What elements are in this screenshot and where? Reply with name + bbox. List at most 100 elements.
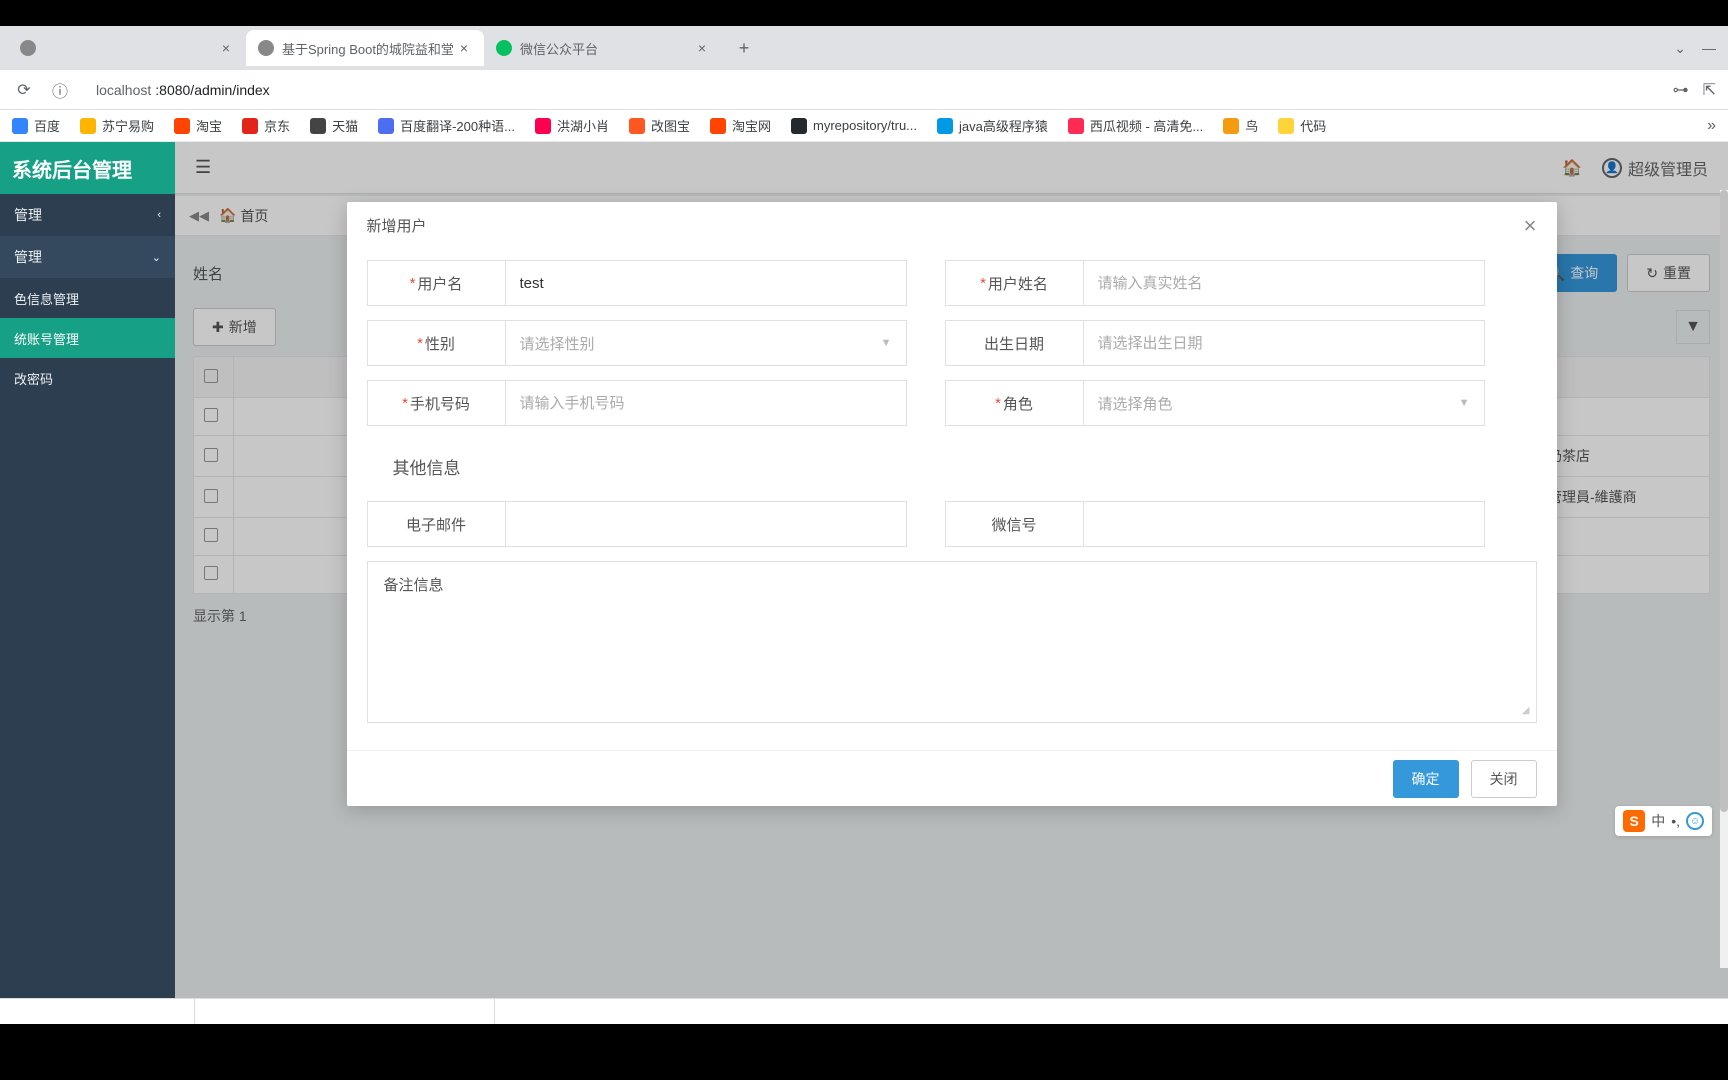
realname-label: *用户姓名: [946, 261, 1084, 305]
ime-toolbar[interactable]: S 中 •, ☺: [1615, 806, 1712, 836]
bookmark-item[interactable]: 西瓜视频 - 高清免...: [1068, 116, 1203, 135]
ime-emoji-icon[interactable]: ☺: [1686, 812, 1704, 830]
remark-textarea[interactable]: [368, 607, 1536, 717]
username-input[interactable]: [506, 261, 906, 305]
bookmarks-bar: 百度 苏宁易购 淘宝 京东 天猫 百度翻译-200种语... 洪湖小肖 改图宝 …: [0, 110, 1728, 142]
chevron-down-icon: ⌄: [152, 251, 161, 264]
bookmark-item[interactable]: 淘宝网: [710, 116, 771, 135]
browser-tab-2[interactable]: 微信公众平台 ×: [484, 30, 722, 66]
role-label: *角色: [946, 381, 1084, 425]
bookmark-item[interactable]: 淘宝: [174, 116, 222, 135]
modal-title: 新增用户: [367, 215, 427, 236]
bookmark-favicon: [80, 118, 96, 134]
sidebar-sub-label: 改密码: [14, 369, 53, 388]
site-info-icon[interactable]: ⓘ: [48, 78, 72, 102]
url-input[interactable]: localhost:8080/admin/index: [84, 76, 1661, 104]
browser-tab-strip: × 基于Spring Boot的城院益和堂 × 微信公众平台 × + ⌄ —: [0, 26, 1728, 70]
bookmark-item[interactable]: 鸟: [1223, 116, 1258, 135]
wechat-label: 微信号: [946, 502, 1084, 546]
field-wechat: 微信号: [945, 501, 1485, 547]
close-button[interactable]: 关闭: [1471, 760, 1537, 798]
share-icon[interactable]: ⇱: [1703, 80, 1716, 100]
bookmark-item[interactable]: myrepository/tru...: [791, 118, 917, 134]
role-select[interactable]: 请选择角色 ▼: [1084, 381, 1484, 425]
sidebar-sub-password[interactable]: 改密码: [0, 358, 175, 398]
chevron-left-icon: ‹: [157, 209, 161, 221]
field-phone: *手机号码: [367, 380, 907, 426]
gender-select[interactable]: 请选择性别 ▼: [506, 321, 906, 365]
status-bar: [0, 998, 1728, 1024]
browser-tab-1[interactable]: 基于Spring Boot的城院益和堂 ×: [246, 30, 484, 66]
bookmark-item[interactable]: 洪湖小肖: [535, 116, 609, 135]
bookmark-item[interactable]: java高级程序猿: [937, 116, 1048, 135]
tab-favicon: [20, 40, 36, 56]
tab-close-icon[interactable]: ×: [456, 40, 472, 56]
bookmark-item[interactable]: 改图宝: [629, 116, 690, 135]
bookmark-item[interactable]: 百度翻译-200种语...: [378, 116, 515, 135]
ime-logo-icon: S: [1623, 810, 1645, 832]
bookmark-label: 淘宝: [196, 116, 222, 135]
browser-tab-0[interactable]: ×: [8, 30, 246, 66]
bookmark-label: 京东: [264, 116, 290, 135]
email-input[interactable]: [506, 502, 906, 546]
bookmark-label: 百度翻译-200种语...: [400, 116, 515, 135]
field-birthday: 出生日期: [945, 320, 1485, 366]
realname-input[interactable]: [1084, 261, 1484, 305]
bookmark-label: 百度: [34, 116, 60, 135]
sidebar-sub-roleinfo[interactable]: 色信息管理: [0, 278, 175, 318]
gender-placeholder: 请选择性别: [520, 333, 595, 354]
status-segment: [0, 999, 195, 1024]
modal-header: 新增用户 ×: [347, 202, 1557, 250]
gender-label: *性别: [368, 321, 506, 365]
bookmark-label: 苏宁易购: [102, 116, 154, 135]
ok-button[interactable]: 确定: [1393, 760, 1459, 798]
phone-input[interactable]: [506, 381, 906, 425]
status-segment: [195, 999, 495, 1024]
ime-mode-label[interactable]: 中: [1651, 811, 1665, 831]
tab-close-icon[interactable]: ×: [694, 40, 710, 56]
birthday-label: 出生日期: [946, 321, 1084, 365]
new-tab-button[interactable]: +: [730, 34, 758, 62]
url-host: localhost: [96, 82, 151, 98]
sidebar: 系统后台管理 管理 ‹ 管理 ⌄ 色信息管理 统账号管理 改密码: [0, 142, 175, 1024]
tabs-dropdown-icon[interactable]: ⌄: [1674, 40, 1686, 57]
window-minimize-icon[interactable]: —: [1702, 40, 1716, 56]
sidebar-item-manage-2[interactable]: 管理 ⌄: [0, 236, 175, 278]
bookmark-label: 改图宝: [651, 116, 690, 135]
wechat-input[interactable]: [1084, 502, 1484, 546]
bookmark-favicon: [12, 118, 28, 134]
bookmark-favicon: [310, 118, 326, 134]
bookmark-item[interactable]: 百度: [12, 116, 60, 135]
field-username: *用户名: [367, 260, 907, 306]
password-key-icon[interactable]: ⊶: [1673, 80, 1689, 100]
bookmark-item[interactable]: 代码: [1278, 116, 1326, 135]
birthday-input[interactable]: [1084, 321, 1484, 365]
bookmark-favicon: [242, 118, 258, 134]
sidebar-item-manage-1[interactable]: 管理 ‹: [0, 194, 175, 236]
field-role: *角色 请选择角色 ▼: [945, 380, 1485, 426]
bookmark-item[interactable]: 天猫: [310, 116, 358, 135]
modal-scrollbar[interactable]: [1720, 190, 1728, 968]
ok-button-label: 确定: [1412, 769, 1440, 789]
bookmark-label: java高级程序猿: [959, 116, 1048, 135]
app-brand: 系统后台管理: [0, 142, 175, 194]
tab-close-icon[interactable]: ×: [218, 40, 234, 56]
bookmark-item[interactable]: 京东: [242, 116, 290, 135]
scrollbar-thumb[interactable]: [1720, 190, 1728, 812]
ime-punct-icon[interactable]: •,: [1671, 813, 1680, 829]
bookmark-favicon: [1068, 118, 1084, 134]
bookmark-favicon: [629, 118, 645, 134]
bookmark-item[interactable]: 苏宁易购: [80, 116, 154, 135]
bookmark-favicon: [174, 118, 190, 134]
sidebar-sub-account[interactable]: 统账号管理: [0, 318, 175, 358]
bookmarks-overflow-icon[interactable]: »: [1707, 117, 1716, 135]
field-email: 电子邮件: [367, 501, 907, 547]
tab-title: 基于Spring Boot的城院益和堂: [282, 39, 456, 58]
chevron-down-icon: ▼: [1459, 397, 1470, 409]
bookmark-favicon: [791, 118, 807, 134]
tab-favicon: [496, 40, 512, 56]
close-icon[interactable]: ×: [1524, 213, 1537, 239]
modal-footer: 确定 关闭: [347, 750, 1557, 806]
url-path: :8080/admin/index: [155, 82, 269, 98]
reload-icon[interactable]: ⟳: [12, 78, 36, 102]
